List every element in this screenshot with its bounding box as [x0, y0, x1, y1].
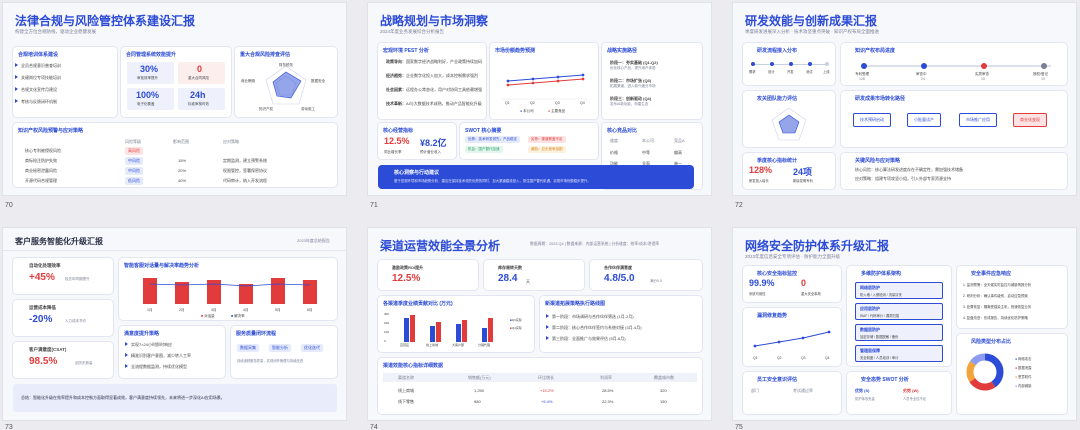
- list-item: 关键岗位专项技能培训: [15, 75, 61, 81]
- kpi-card: 核心经营指标 12.5% 同比增长率 ¥8.2亿 预计营业收入: [378, 123, 456, 159]
- slide-subtitle: 构建全方位合规防线，驱动企业稳健发展: [15, 29, 96, 34]
- layer-box: 应用层防护 WAF / 代码审计 / 漏洞扫描: [855, 303, 943, 320]
- legend-item: ● 主要竞品: [548, 109, 566, 113]
- slide-subtitle: 2024年度业务发展综合分析报告: [380, 29, 445, 34]
- legend-item: ● 本公司: [520, 109, 534, 113]
- radar-chart: [771, 107, 807, 141]
- kpi-card: 客户满意度(CSAT) 98.5% 创历史新高: [13, 342, 113, 378]
- patent-card: 知识产权布局进度 专利受理 审查中 实质审查 授权/登记 128 24 15 1…: [841, 43, 1067, 85]
- slide-70[interactable]: 法律合规与风险管控体系建设汇报 构建全方位合规防线，驱动企业稳健发展 合规培训体…: [2, 2, 347, 196]
- slide-subtitle: 2023年度信息安全专项评估 · 防护能力全面升级: [745, 254, 841, 259]
- slide-title: 客户服务智能化升级汇报: [15, 237, 103, 246]
- slide-subtitle: 季度研发进展深入分析 · 技术攻坚重点突破 · 知识产权布局全面推进: [745, 29, 879, 34]
- pest-card: 宏观环境 PEST 分析 政策导向：国家数字经济战略利好，产业政策持续加码 经济…: [378, 43, 486, 119]
- slide-title: 法律合规与风险管控体系建设汇报: [15, 14, 196, 28]
- list-item: 实现7×24小时即时响应: [125, 342, 172, 348]
- page-number: 74: [370, 424, 378, 430]
- security-swot-card: 安全态势 SWOT 分析 优势 (S) 劣势 (W) 防护体系完善 人员专业性不…: [847, 372, 951, 414]
- slide-72[interactable]: 研发效能与创新成果汇报 季度研发进展深入分析 · 技术攻坚重点突破 · 知识产权…: [732, 2, 1077, 196]
- market-share-card: 市场份额趋势预测 Q1 Q2 Q3 Q4 ● 本公司 ● 主要竞品: [490, 43, 598, 119]
- list-item: 技术革新：AI与大数据技术成熟，推动产品智能化升级: [386, 101, 482, 106]
- contract-card: 合同管理系统效能提升 30% 审批效率提升 0 重大合同风险 100% 电子化覆…: [121, 47, 231, 117]
- radar-chart: [265, 65, 307, 105]
- slide-title: 网络安全防护体系升级汇报: [745, 239, 890, 253]
- stat-box: 24h 标准审核时效: [178, 88, 225, 110]
- layer-box: 网络层防护 防火墙 / 入侵检测 / 流量清洗: [855, 282, 943, 299]
- layer-box: 数据层防护 加密存储 / 数据脱敏 / 备份: [855, 324, 943, 341]
- pipeline-card: 研发流程接入分布 需求 设计 开发 测试 上线: [743, 43, 835, 85]
- page-number: 72: [735, 202, 743, 209]
- kpi-card: 自动化处理效率 +45% 较去年同期提升: [13, 258, 113, 294]
- vuln-trend-card: 漏洞修复趋势 Q1 Q2 Q3 Q4: [743, 308, 841, 366]
- line-chart: [502, 73, 588, 100]
- satisfaction-strategy-card: 满意度提升策略 实现7×24小时即时响应 精准识别客户意图，减少转人工率 全流程…: [119, 326, 225, 378]
- slide-title: 研发效能与创新成果汇报: [745, 14, 878, 28]
- page-number: 71: [370, 202, 378, 209]
- kpi-card: 合作伙伴满意度 4.8/5.0 满分5.0: [590, 260, 702, 290]
- page-number: 75: [735, 424, 743, 430]
- bar-chart: [404, 315, 493, 342]
- kpi-card: 库存周转天数 28.4 天: [484, 260, 584, 290]
- quarter-kpi-card: 季度核心指标统计 128% 研发投入增长 24项 新增发明专利: [743, 153, 835, 189]
- training-card: 合规培训体系建设 全员合规意识普查培训 关键岗位专项技能培训 合规文化宣传月建设…: [13, 47, 117, 117]
- transfer-path-card: 研发成果市场转化路径 技术预研启动 小批量试产 市场推广应用 商业化变现: [841, 91, 1067, 147]
- column-header: 影响范围: [173, 139, 189, 144]
- layer-box: 管理层保障 安全制度 / 人员培训 / 审计: [855, 345, 943, 362]
- slide-title: 渠道运营效能全景分析: [380, 239, 501, 253]
- swot-card: SWOT 核心摘要 优势：技术研发领先，产品稳定 劣势：渠道覆盖不足 机会：国产…: [460, 123, 598, 159]
- roadmap-card: 新渠道拓展策略执行路线图 第一阶段：市场调研与合作伙伴筛选 (1月-2月) 第二…: [540, 296, 702, 352]
- risk-pie-card: 风险类型分布占比 ● 网络攻击 ● 数据泄露 ● 恶意软件 ● 内部威胁: [957, 334, 1067, 414]
- list-item: 考核与反馈闭环机制: [15, 99, 57, 105]
- slide-73[interactable]: 客户服务智能化升级汇报 2023年度总结报告 自动化处理效率 +45% 较去年同…: [2, 227, 347, 421]
- service-loop-card: 服务质量闭环流程 数据采集 智能分析 优化迭代 持续追踪服务质量，实现闭环管理与…: [231, 326, 337, 378]
- awareness-card: 员工安全意识评估 部门 考试通过率: [743, 372, 841, 414]
- donut-chart: [966, 353, 1004, 391]
- list-item: 政策导向：国家数字经济战略利好，产业政策持续加码: [386, 59, 482, 64]
- card-title: 重大合规风险排查评估: [240, 52, 291, 58]
- list-item: 精准识别客户意图，减少转人工率: [125, 353, 191, 359]
- channel-bar-card: 各渠道季度业绩贡献对比 (万元) 300 200 100 0 直营店 线上商城 …: [378, 296, 534, 352]
- list-item: 全员合规意识普查培训: [15, 63, 61, 69]
- list-item: 第三阶段：全面推广与效果评估 (5月-6月): [546, 336, 626, 342]
- monitor-card: 核心安全指标监控 99.9% 系统可用性 0 重大安全事故: [743, 266, 841, 302]
- list-item: 第二阶段：核心合作伙伴签约与系统对接 (3月-4月): [546, 325, 642, 331]
- column-header: 应对策略: [223, 139, 239, 144]
- column-header: 风险等级: [125, 139, 141, 144]
- slide-title: 战略规划与市场洞察: [380, 14, 489, 28]
- architecture-card: 多维防护体系架构 网络层防护 防火墙 / 入侵检测 / 流量清洗 应用层防护 W…: [847, 266, 951, 366]
- list-item: 全流程数据监测，持续优化模型: [125, 364, 187, 370]
- detail-table-card: 渠道效能核心指标详细数据 渠道名称 销售额(万元) 环比增长 利润率 覆盖城市数…: [378, 358, 702, 414]
- team-card: 攻关团队能力评估: [743, 91, 835, 147]
- ip-risk-card: 知识产权风险预警与应对策略 风险等级 影响范围 应对策略 核心专利被侵权风险 高…: [13, 123, 337, 187]
- strategy-path-card: 战略实施路径 阶段一：夯实基础 (Q1-Q2) 优化核心产品，提升用户体验 阶段…: [602, 43, 702, 119]
- slide-75[interactable]: 网络安全防护体系升级汇报 2023年度信息安全专项评估 · 防护能力全面升级 核…: [732, 227, 1077, 421]
- report-date: 2023年度总结报告: [297, 238, 330, 243]
- risk-radar-card: 重大合规风险排查评估 财务税务 数据安全 劳动用工 知识产权 商业贿赂: [235, 47, 337, 117]
- insight-banner: 核心洞察与行动建议 基于宏观环境和市场趋势分析，建议在保持技术领先优势的同时，加…: [378, 165, 694, 189]
- list-item: 合规文化宣传月建设: [15, 87, 57, 93]
- trend-chart-card: 智能客服对话量与解决率趋势分析 1月 2月 3月 4月 5月 6月 ■ 对话量 …: [119, 258, 337, 320]
- risk-strategy-card: 关键风险与应对策略 核心风险：核心算法研发进度存在不确定性，需加强技术储备 应对…: [841, 153, 1067, 189]
- stat-box: 0 重大合同风险: [178, 62, 225, 84]
- kpi-card: 运营成本降低 -20% 人力成本节约: [13, 300, 113, 336]
- stat-box: 100% 电子化覆盖: [127, 88, 174, 110]
- data-meta: 数据周期：2023 Q4 | 数据来源：内部运营系统 | 分析维度：效率/成本/…: [530, 242, 660, 246]
- card-title: 合规培训体系建设: [18, 52, 59, 58]
- list-item: 第一阶段：市场调研与合作伙伴筛选 (1月-2月): [546, 314, 634, 320]
- page-number: 70: [5, 202, 13, 209]
- slide-74[interactable]: 渠道运营效能全景分析 数据周期：2023 Q4 | 数据来源：内部运营系统 | …: [367, 227, 712, 421]
- stat-box: 30% 审批效率提升: [127, 62, 174, 84]
- card-title: 知识产权风险预警与应对策略: [18, 128, 84, 134]
- page-number: 73: [5, 424, 13, 430]
- line-chart: [753, 330, 831, 348]
- list-item: 社会因素：远程办公常态化，用户对协同工具依赖增强: [386, 87, 482, 92]
- bar-line-chart: [143, 278, 317, 304]
- list-item: 经济趋势：企业数字化投入加大，成本控制需求强烈: [386, 73, 478, 78]
- slide-grid: 法律合规与风险管控体系建设汇报 构建全方位合规防线，驱动企业稳健发展 合规培训体…: [0, 0, 1080, 430]
- slide-71[interactable]: 战略规划与市场洞察 2024年度业务发展综合分析报告 宏观环境 PEST 分析 …: [367, 2, 712, 196]
- summary-banner: 总结：智能化升级在效率提升和成本控制方面取得显著成效，客户满意度持续领先，未来将…: [13, 384, 337, 412]
- card-title: 合同管理系统效能提升: [126, 52, 177, 58]
- kpi-card: 激励政策ROI提升 12.5%: [378, 260, 478, 290]
- incident-card: 安全事件应急响应 1. 监测预警：全天候实时监控与威胁情报分析 2. 研判分析：…: [957, 266, 1067, 328]
